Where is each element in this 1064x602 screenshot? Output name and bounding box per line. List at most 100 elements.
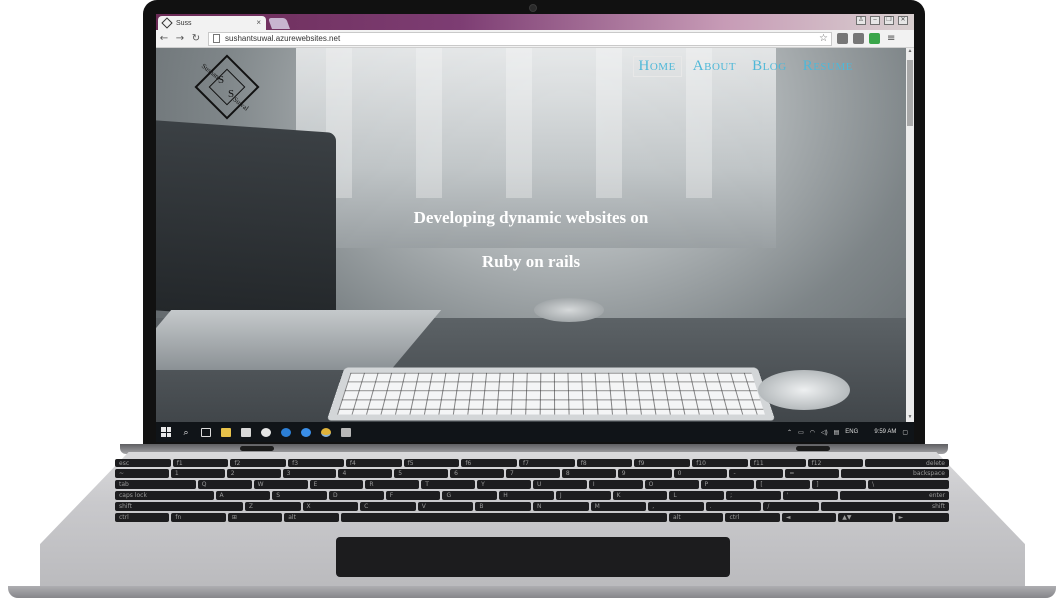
tab-close-icon[interactable]: × <box>256 18 261 27</box>
key-label: B <box>479 503 483 510</box>
key-label: 6 <box>454 470 458 477</box>
key-label: H <box>503 492 508 499</box>
notifications-icon[interactable]: ▤ <box>834 429 840 436</box>
scroll-down-arrow-icon[interactable]: ▼ <box>906 414 914 422</box>
start-button[interactable] <box>156 422 176 442</box>
action-center-icon[interactable]: ▢ <box>902 429 908 436</box>
keyboard-key: ' <box>783 491 838 500</box>
browser-toolbar: ← → ↻ sushantsuwal.azurewebsites.net ☆ ≡ <box>156 30 914 48</box>
keyboard-key: shift <box>821 502 949 511</box>
keyboard-key: 4 <box>338 469 392 478</box>
edge-browser-icon[interactable] <box>276 422 296 442</box>
browser-tab[interactable]: Suss × <box>158 16 266 30</box>
keyboard-key: ctrl <box>725 513 779 522</box>
minimize-button[interactable]: – <box>870 16 880 25</box>
nav-link-home[interactable]: Home <box>633 56 682 77</box>
keyboard-key: f7 <box>519 459 575 467</box>
app-icon[interactable] <box>296 422 316 442</box>
file-explorer-icon[interactable] <box>216 422 236 442</box>
wifi-icon[interactable]: ◠ <box>810 429 815 436</box>
keyboard-key: f5 <box>404 459 460 467</box>
page-scrollbar[interactable]: ▲ ▼ <box>906 48 914 422</box>
keyboard-key: B <box>475 502 531 511</box>
nav-link-about[interactable]: About <box>688 57 741 76</box>
key-label: fn <box>175 514 181 521</box>
key-label: f5 <box>408 460 414 467</box>
keyboard-key: f8 <box>577 459 633 467</box>
show-hidden-icons-icon[interactable]: ⌃ <box>787 429 792 436</box>
touchpad[interactable] <box>336 537 730 577</box>
extension-icon[interactable] <box>853 33 864 44</box>
new-tab-button[interactable] <box>268 18 290 29</box>
key-label: f10 <box>696 460 706 467</box>
battery-icon[interactable]: ▭ <box>798 429 804 436</box>
hero-heading: Developing dynamic websites on <box>156 208 906 228</box>
keyboard-key: [ <box>756 480 810 489</box>
keyboard-key: ; <box>726 491 781 500</box>
nav-link-resume[interactable]: Resume <box>798 57 858 76</box>
webpage-viewport: S S Sushant Suwal Home About Blog Resume… <box>156 48 906 422</box>
keyboard-key: / <box>763 502 819 511</box>
background-keyboard <box>327 368 775 421</box>
close-window-button[interactable]: ✕ <box>898 16 908 25</box>
keyboard-key: Q <box>198 480 252 489</box>
key-label: f6 <box>465 460 471 467</box>
store-icon[interactable] <box>236 422 256 442</box>
media-player-icon[interactable] <box>256 422 276 442</box>
language-indicator[interactable]: ENG <box>845 429 858 435</box>
back-button[interactable]: ← <box>156 33 172 44</box>
search-icon[interactable]: ⌕ <box>176 422 196 442</box>
reload-button[interactable]: ↻ <box>188 33 204 44</box>
keyboard-key: ⊞ <box>228 513 282 522</box>
key-label: S <box>276 492 280 499</box>
keyboard-key: P <box>701 480 755 489</box>
keyboard-key: f2 <box>230 459 286 467</box>
key-label: 3 <box>287 470 291 477</box>
key-label: alt <box>288 514 296 521</box>
volume-icon[interactable]: ◁) <box>821 429 828 436</box>
clock[interactable]: 9:59 AM <box>874 429 896 435</box>
key-label: f12 <box>812 460 822 467</box>
key-label: enter <box>929 492 945 499</box>
key-label: / <box>767 503 769 510</box>
extension-icon[interactable] <box>869 33 880 44</box>
keyboard-key: Y <box>477 480 531 489</box>
app-icon[interactable] <box>336 422 356 442</box>
key-label: ] <box>816 481 818 488</box>
number-key-row: ~1 2 3 4 5 6 7 8 9 0 - = backspace <box>115 469 949 478</box>
keyboard-key: J <box>556 491 611 500</box>
profile-button[interactable]: ♙ <box>856 16 866 25</box>
keyboard-key: R <box>365 480 419 489</box>
key-label: f11 <box>754 460 764 467</box>
keyboard-key: f1 <box>173 459 229 467</box>
maximize-button[interactable]: ❐ <box>884 16 894 25</box>
keyboard-key: alt <box>284 513 338 522</box>
keyboard-key: 2 <box>227 469 281 478</box>
keyboard-key: shift <box>115 502 243 511</box>
nav-link-blog[interactable]: Blog <box>747 57 792 76</box>
keyboard-key: alt <box>669 513 723 522</box>
keyboard-key: backspace <box>841 469 949 478</box>
chrome-browser-icon[interactable] <box>316 422 336 442</box>
background-mouse <box>758 370 850 410</box>
key-label: 9 <box>622 470 626 477</box>
key-label: ctrl <box>119 514 129 521</box>
task-view-icon[interactable] <box>196 422 216 442</box>
forward-button[interactable]: → <box>172 33 188 44</box>
address-bar[interactable]: sushantsuwal.azurewebsites.net ☆ <box>208 32 832 46</box>
url-text[interactable]: sushantsuwal.azurewebsites.net <box>225 34 340 43</box>
extension-icon[interactable] <box>837 33 848 44</box>
keyboard-key: V <box>418 502 474 511</box>
bookmark-star-icon[interactable]: ☆ <box>819 33 828 44</box>
scroll-up-arrow-icon[interactable]: ▲ <box>906 48 914 56</box>
browser-menu-icon[interactable]: ≡ <box>887 33 895 44</box>
tab-title: Suss <box>176 20 192 27</box>
key-label: W <box>258 481 264 488</box>
keyboard-key: 9 <box>618 469 672 478</box>
keyboard-key: 3 <box>283 469 337 478</box>
keyboard-key: X <box>303 502 359 511</box>
keyboard-key: fn <box>171 513 225 522</box>
key-label: 2 <box>231 470 235 477</box>
scrollbar-thumb[interactable] <box>907 60 913 126</box>
key-label: ► <box>899 514 904 521</box>
